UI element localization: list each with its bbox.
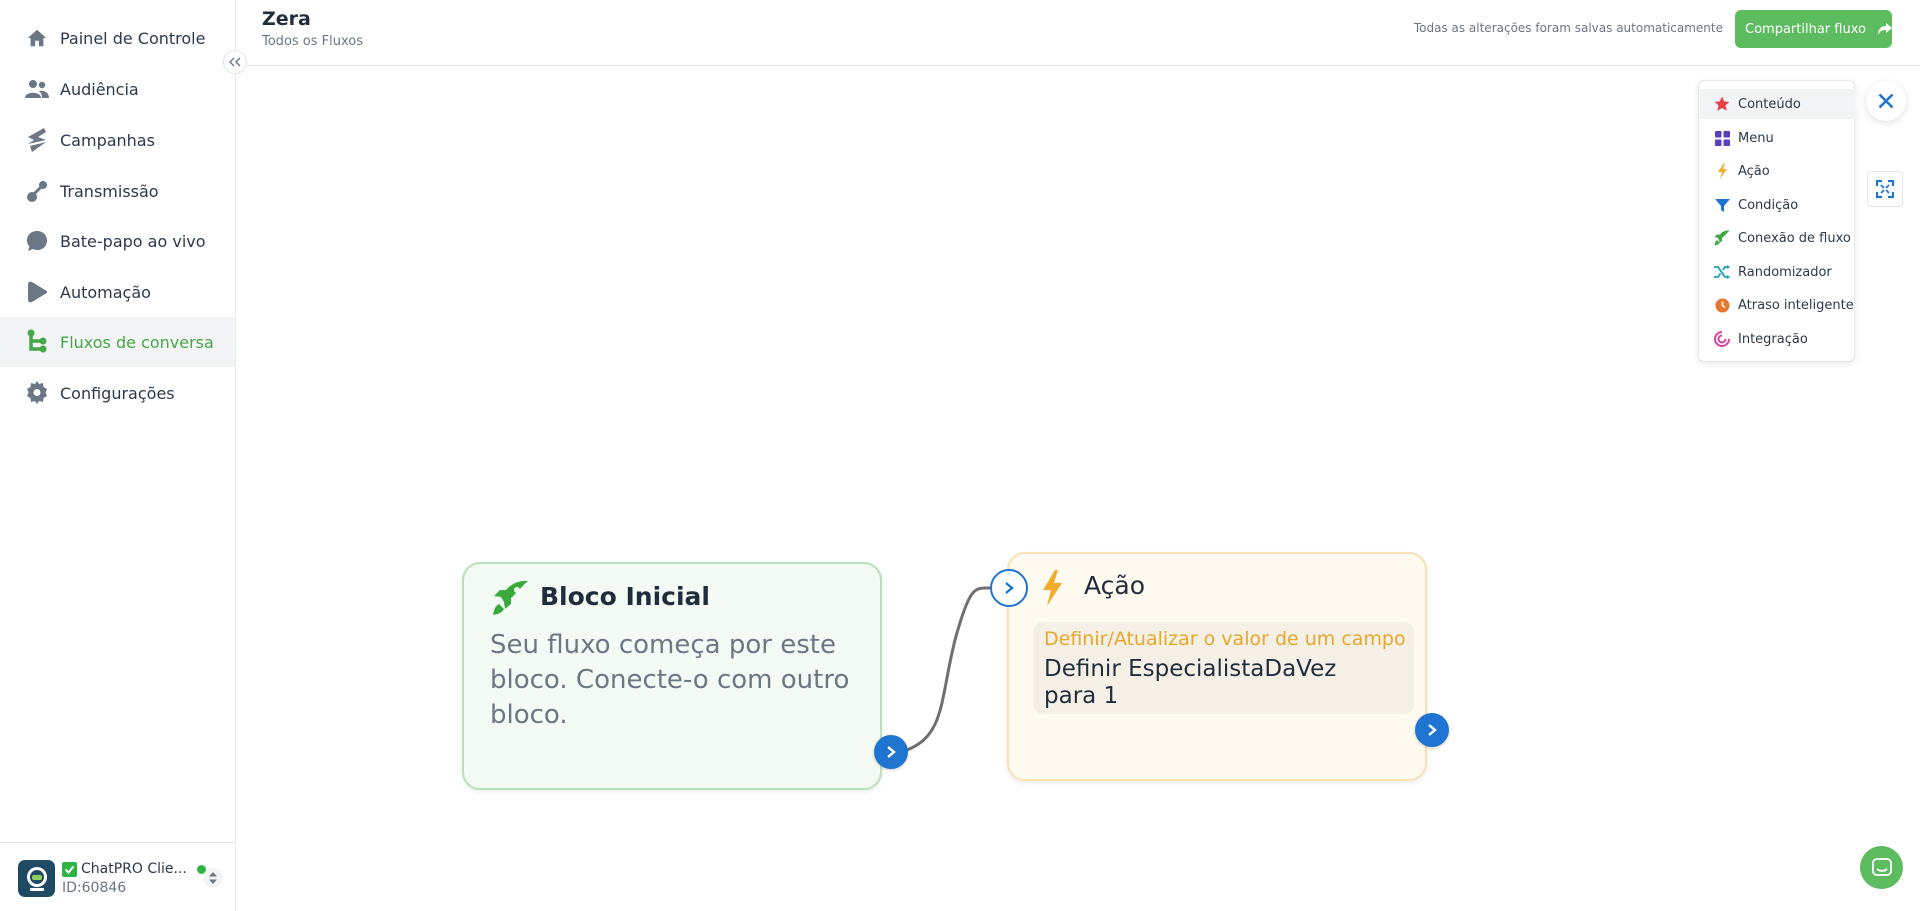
menu-item-action[interactable]: Ação: [1700, 156, 1855, 186]
action-step[interactable]: Definir/Atualizar o valor de um campo De…: [1033, 622, 1414, 714]
action-block-title: Ação: [1084, 571, 1146, 600]
fullscreen-button[interactable]: [1867, 171, 1903, 207]
action-step-type: Definir/Atualizar o valor de um campo: [1044, 628, 1406, 650]
support-chat-launcher[interactable]: [1860, 846, 1903, 889]
start-block-output-port[interactable]: [874, 735, 908, 769]
start-block[interactable]: Bloco Inicial Seu fluxo começa por este …: [462, 562, 882, 790]
menu-item-flow-connection[interactable]: Conexão de fluxo: [1700, 223, 1855, 253]
menu-item-smart-delay[interactable]: Atraso inteligente: [1700, 290, 1855, 320]
menu-item-content[interactable]: Conteúdo: [1700, 89, 1855, 119]
action-step-value: para 1: [1044, 683, 1119, 709]
chevron-right-icon: [887, 746, 896, 758]
action-block-output-port[interactable]: [1415, 713, 1449, 747]
integration-icon: [1714, 331, 1730, 347]
menu-item-label: Condição: [1738, 197, 1799, 213]
menu-item-label: Menu: [1738, 130, 1774, 146]
filter-icon: [1714, 197, 1730, 213]
start-block-description: Seu fluxo começa por este bloco. Conecte…: [490, 630, 850, 730]
fullscreen-icon: [1876, 180, 1894, 198]
rocket-icon: [492, 580, 530, 620]
action-block[interactable]: Ação Definir/Atualizar o valor de um cam…: [1007, 552, 1427, 781]
menu-item-condition[interactable]: Condição: [1700, 190, 1855, 220]
chevron-right-icon: [1005, 582, 1014, 594]
action-step-field: Definir EspecialistaDaVez: [1044, 656, 1337, 682]
menu-item-label: Atraso inteligente: [1738, 297, 1854, 313]
menu-item-menu[interactable]: Menu: [1700, 123, 1855, 153]
menu-item-randomizer[interactable]: Randomizador: [1700, 257, 1855, 287]
add-block-menu: Conteúdo Menu Ação Condição Conexão de f…: [1698, 80, 1855, 362]
chat-icon: [1871, 857, 1892, 876]
menu-item-label: Ação: [1738, 163, 1770, 179]
node-connector: [906, 586, 991, 752]
close-icon: [1878, 93, 1894, 109]
shuffle-icon: [1714, 264, 1730, 280]
close-menu-button[interactable]: [1866, 81, 1906, 121]
menu-item-integration[interactable]: Integração: [1700, 324, 1855, 354]
star-icon: [1714, 96, 1730, 112]
double-chevron-left-icon: [229, 57, 241, 67]
grid-icon: [1714, 130, 1730, 146]
menu-item-label: Randomizador: [1738, 264, 1832, 280]
menu-item-label: Integração: [1738, 331, 1808, 347]
lightning-icon: [1714, 163, 1730, 179]
action-block-input-port[interactable]: [990, 569, 1028, 607]
menu-item-label: Conexão de fluxo: [1738, 230, 1851, 246]
menu-item-label: Conteúdo: [1738, 96, 1801, 112]
start-block-title: Bloco Inicial: [540, 582, 710, 611]
rocket-icon: [1714, 230, 1730, 246]
clock-icon: [1714, 297, 1730, 313]
chevron-right-icon: [1428, 724, 1437, 736]
lightning-icon: [1041, 570, 1063, 610]
collapse-sidebar-button[interactable]: [223, 50, 247, 74]
